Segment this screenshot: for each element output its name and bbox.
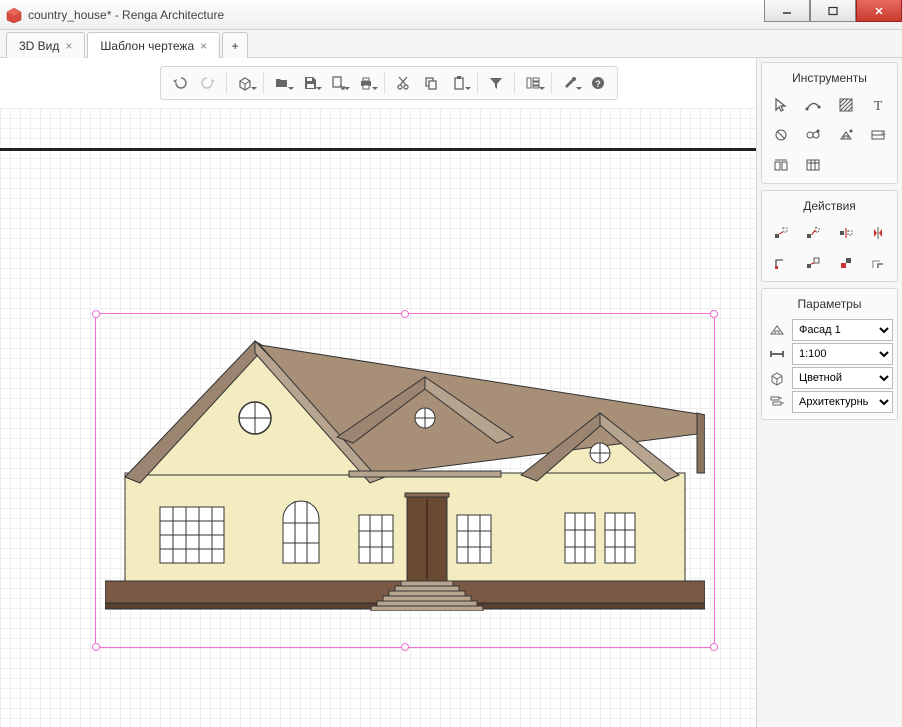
open-button[interactable] xyxy=(269,70,295,96)
parameters-panel: Параметры Фасад 1 1:100 Цветной Архитект… xyxy=(761,288,898,420)
window-controls xyxy=(764,0,902,22)
filter-button[interactable] xyxy=(483,70,509,96)
view-icon xyxy=(766,319,788,341)
copy-in-place-action[interactable] xyxy=(831,249,861,277)
display-style-select[interactable]: Цветной xyxy=(792,367,893,389)
app-icon xyxy=(6,7,22,23)
paste-button[interactable] xyxy=(446,70,472,96)
view-tool[interactable] xyxy=(831,121,861,149)
tab-close-icon[interactable]: × xyxy=(200,39,207,53)
line-tool[interactable] xyxy=(798,91,828,119)
maximize-button[interactable] xyxy=(810,0,856,22)
level-icon xyxy=(766,391,788,413)
actions-panel: Действия xyxy=(761,190,898,282)
schedule-tool[interactable] xyxy=(798,151,828,179)
text-tool[interactable]: T xyxy=(863,91,893,119)
axis-tool[interactable] xyxy=(766,121,796,149)
table-tool[interactable]: A1 xyxy=(863,121,893,149)
view-mode-button[interactable] xyxy=(232,70,258,96)
tabstrip: 3D Вид × Шаблон чертежа × + xyxy=(0,30,902,58)
manage-button[interactable] xyxy=(520,70,546,96)
main-toolbar: ? xyxy=(160,66,618,100)
export-button[interactable] xyxy=(325,70,351,96)
print-button[interactable] xyxy=(353,70,379,96)
settings-button[interactable] xyxy=(557,70,583,96)
mirror-flip-action[interactable] xyxy=(863,219,893,247)
tab-drawing-template[interactable]: Шаблон чертежа × xyxy=(87,32,220,58)
scale-icon xyxy=(766,343,788,365)
resize-handle-s[interactable] xyxy=(401,643,409,651)
section-tool[interactable] xyxy=(766,151,796,179)
svg-text:?: ? xyxy=(595,79,601,89)
resize-handle-ne[interactable] xyxy=(710,310,718,318)
tab-label: Шаблон чертежа xyxy=(100,39,194,53)
close-button[interactable] xyxy=(856,0,902,22)
tab-label: 3D Вид xyxy=(19,39,59,53)
copy-button[interactable] xyxy=(418,70,444,96)
svg-text:T: T xyxy=(873,99,882,113)
hatch-tool[interactable] xyxy=(831,91,861,119)
rotate-action[interactable] xyxy=(798,219,828,247)
minimize-button[interactable] xyxy=(764,0,810,22)
titlebar: country_house* - Renga Architecture xyxy=(0,0,902,30)
window-title: country_house* - Renga Architecture xyxy=(28,8,224,22)
svg-text:A1: A1 xyxy=(881,131,886,137)
trim-action[interactable] xyxy=(863,249,893,277)
view-select[interactable]: Фасад 1 xyxy=(792,319,893,341)
dimension-tool[interactable] xyxy=(798,121,828,149)
resize-handle-nw[interactable] xyxy=(92,310,100,318)
facade-view[interactable] xyxy=(105,323,705,611)
help-button[interactable]: ? xyxy=(585,70,611,96)
tab-close-icon[interactable]: × xyxy=(65,39,72,53)
tools-panel: Инструменты T A1 xyxy=(761,62,898,184)
panel-title: Параметры xyxy=(766,293,893,317)
right-sidebar: Инструменты T A1 Действия xyxy=(756,58,902,727)
panel-title: Инструменты xyxy=(766,67,893,91)
move-action[interactable] xyxy=(766,219,796,247)
save-button[interactable] xyxy=(297,70,323,96)
undo-button[interactable] xyxy=(167,70,193,96)
resize-handle-se[interactable] xyxy=(710,643,718,651)
resize-handle-sw[interactable] xyxy=(92,643,100,651)
tab-add-button[interactable]: + xyxy=(222,32,248,58)
detail-level-select[interactable]: Архитектурнь xyxy=(792,391,893,413)
panel-title: Действия xyxy=(766,195,893,219)
canvas[interactable]: ? xyxy=(0,58,756,727)
scale-select[interactable]: 1:100 xyxy=(792,343,893,365)
offset-action[interactable] xyxy=(766,249,796,277)
cut-button[interactable] xyxy=(390,70,416,96)
tab-3d-view[interactable]: 3D Вид × xyxy=(6,32,85,58)
scale-action[interactable] xyxy=(798,249,828,277)
resize-handle-n[interactable] xyxy=(401,310,409,318)
select-tool[interactable] xyxy=(766,91,796,119)
style-icon xyxy=(766,367,788,389)
redo-button[interactable] xyxy=(195,70,221,96)
page-boundary-line xyxy=(0,148,756,151)
mirror-action[interactable] xyxy=(831,219,861,247)
